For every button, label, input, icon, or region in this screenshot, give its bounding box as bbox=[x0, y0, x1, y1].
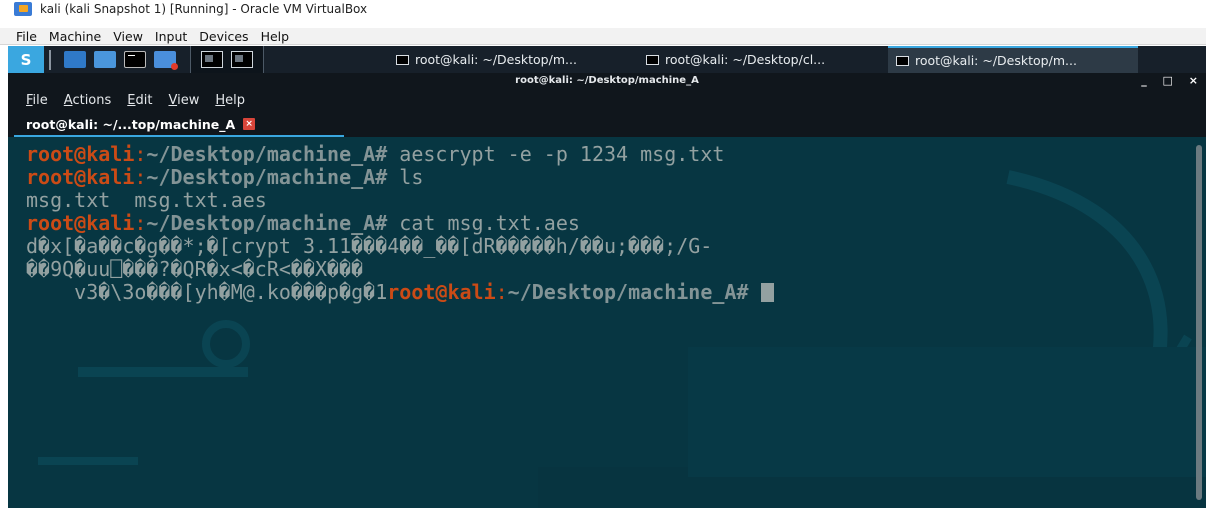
prompt-symbol: # bbox=[736, 280, 749, 304]
prompt-colon: : bbox=[134, 211, 147, 235]
prompt-symbol: # bbox=[375, 211, 388, 235]
workspace-1-icon[interactable] bbox=[201, 51, 223, 68]
terminal-line: root@kali:~/Desktop/machine_A# cat msg.t… bbox=[26, 212, 774, 235]
command-text: aescrypt -e -p 1234 msg.txt bbox=[387, 142, 725, 166]
launcher-group bbox=[56, 46, 184, 73]
show-desktop-icon[interactable] bbox=[64, 51, 86, 68]
virtualbox-menu-bar: File Machine View Input Devices Help bbox=[0, 28, 1206, 45]
terminal-line: root@kali:~/Desktop/machine_A# ls bbox=[26, 166, 774, 189]
prompt-path: ~/Desktop/machine_A bbox=[146, 211, 376, 235]
terminal-line: msg.txt msg.txt.aes bbox=[26, 189, 774, 212]
terminal-task-icon bbox=[896, 55, 909, 66]
vbox-menu-view[interactable]: View bbox=[113, 29, 143, 44]
terminal-line: root@kali:~/Desktop/machine_A# aescrypt … bbox=[26, 143, 774, 166]
vbox-menu-input[interactable]: Input bbox=[155, 29, 187, 44]
tab-close-icon[interactable]: × bbox=[243, 118, 256, 130]
vbox-menu-devices[interactable]: Devices bbox=[199, 29, 248, 44]
prompt-user-host: root@kali bbox=[387, 280, 496, 304]
virtualbox-title-bar: kali (kali Snapshot 1) [Running] - Oracl… bbox=[0, 0, 1206, 18]
prompt-path: ~/Desktop/machine_A bbox=[146, 142, 376, 166]
virtualbox-window-title: kali (kali Snapshot 1) [Running] - Oracl… bbox=[40, 2, 368, 16]
task-label: root@kali: ~/Desktop/m... bbox=[415, 52, 577, 67]
prompt-colon: : bbox=[495, 280, 508, 304]
kali-dragon-icon: S bbox=[20, 50, 32, 69]
prompt-user-host: root@kali bbox=[26, 165, 135, 189]
kali-top-panel: S root@kali: ~/Desktop/m... root@kali: ~… bbox=[8, 46, 1206, 73]
terminal-task-icon bbox=[396, 54, 409, 65]
text-cursor bbox=[760, 283, 774, 302]
window-controls: _ □ × bbox=[1129, 73, 1198, 88]
terminal-text: root@kali:~/Desktop/machine_A# aescrypt … bbox=[26, 143, 774, 304]
terminal-menu-view[interactable]: View bbox=[168, 93, 199, 108]
terminal-line: ��9Q�uu⎕���?�QR�x<�cR<��X��� bbox=[26, 258, 774, 281]
minimize-icon[interactable]: _ bbox=[1141, 74, 1147, 87]
prompt-user-host: root@kali bbox=[26, 211, 135, 235]
task-terminal-1[interactable]: root@kali: ~/Desktop/m... bbox=[388, 46, 638, 73]
prompt-path: ~/Desktop/machine_A bbox=[146, 165, 376, 189]
terminal-launcher-icon[interactable] bbox=[124, 51, 146, 68]
task-label: root@kali: ~/Desktop/cl... bbox=[665, 52, 826, 67]
output-text: d�x[�a��c�g��*;�[crypt 3.11���4��_��[dR�… bbox=[26, 234, 713, 258]
output-text: msg.txt msg.txt.aes bbox=[26, 188, 267, 212]
prompt-colon: : bbox=[134, 142, 147, 166]
terminal-window-title: root@kali: ~/Desktop/machine_A bbox=[515, 75, 699, 86]
task-terminal-3-active[interactable]: root@kali: ~/Desktop/m... bbox=[888, 46, 1138, 73]
command-text: cat msg.txt.aes bbox=[387, 211, 580, 235]
terminal-scrollbar[interactable] bbox=[1196, 145, 1202, 500]
terminal-title-bar: root@kali: ~/Desktop/machine_A _ □ × bbox=[8, 73, 1206, 88]
vbox-menu-help[interactable]: Help bbox=[261, 29, 290, 44]
kali-menu-button[interactable]: S bbox=[8, 46, 44, 73]
task-label: root@kali: ~/Desktop/m... bbox=[915, 53, 1077, 68]
prompt-symbol: # bbox=[375, 165, 388, 189]
terminal-menu-help[interactable]: Help bbox=[215, 93, 245, 108]
vbox-menu-machine[interactable]: Machine bbox=[49, 29, 101, 44]
terminal-window: root@kali: ~/Desktop/machine_A _ □ × Fil… bbox=[8, 73, 1206, 508]
task-terminal-2[interactable]: root@kali: ~/Desktop/cl... bbox=[638, 46, 888, 73]
terminal-tab-bar: root@kali: ~/...top/machine_A × bbox=[8, 113, 1206, 137]
prompt-colon: : bbox=[134, 165, 147, 189]
terminal-menu-file[interactable]: File bbox=[26, 93, 48, 108]
prompt-symbol: # bbox=[375, 142, 388, 166]
command-text: ls bbox=[387, 165, 424, 189]
taskbar-tasks: root@kali: ~/Desktop/m... root@kali: ~/D… bbox=[388, 46, 1138, 73]
virtualbox-app-icon bbox=[14, 2, 32, 16]
terminal-line: v3�\3o���[yh�M@.ko���p�g�1root@kali:~/De… bbox=[26, 281, 774, 304]
workspace-switcher bbox=[190, 46, 264, 73]
close-icon[interactable]: × bbox=[1189, 74, 1198, 87]
maximize-icon[interactable]: □ bbox=[1163, 74, 1173, 87]
workspace-2-icon[interactable] bbox=[231, 51, 253, 68]
output-text: ��9Q�uu⎕���?�QR�x<�cR<��X��� bbox=[26, 257, 364, 281]
vbox-menu-file[interactable]: File bbox=[16, 29, 37, 44]
browser-launcher-icon[interactable] bbox=[154, 51, 178, 70]
terminal-output-area[interactable]: root@kali:~/Desktop/machine_A# aescrypt … bbox=[8, 137, 1206, 508]
terminal-tab-label: root@kali: ~/...top/machine_A bbox=[26, 116, 236, 132]
panel-separator bbox=[49, 49, 51, 70]
terminal-line: d�x[�a��c�g��*;�[crypt 3.11���4��_��[dR�… bbox=[26, 235, 774, 258]
prompt-user-host: root@kali bbox=[26, 142, 135, 166]
file-manager-icon[interactable] bbox=[94, 51, 116, 68]
prompt-path: ~/Desktop/machine_A bbox=[507, 280, 737, 304]
output-text: v3�\3o���[yh�M@.ko���p�g�1 bbox=[26, 280, 388, 304]
terminal-tab[interactable]: root@kali: ~/...top/machine_A × bbox=[14, 113, 344, 137]
terminal-menu-actions[interactable]: Actions bbox=[64, 93, 112, 108]
terminal-menu-edit[interactable]: Edit bbox=[127, 93, 152, 108]
terminal-menu-bar: File Actions Edit View Help bbox=[8, 88, 1206, 113]
terminal-task-icon bbox=[646, 54, 659, 65]
